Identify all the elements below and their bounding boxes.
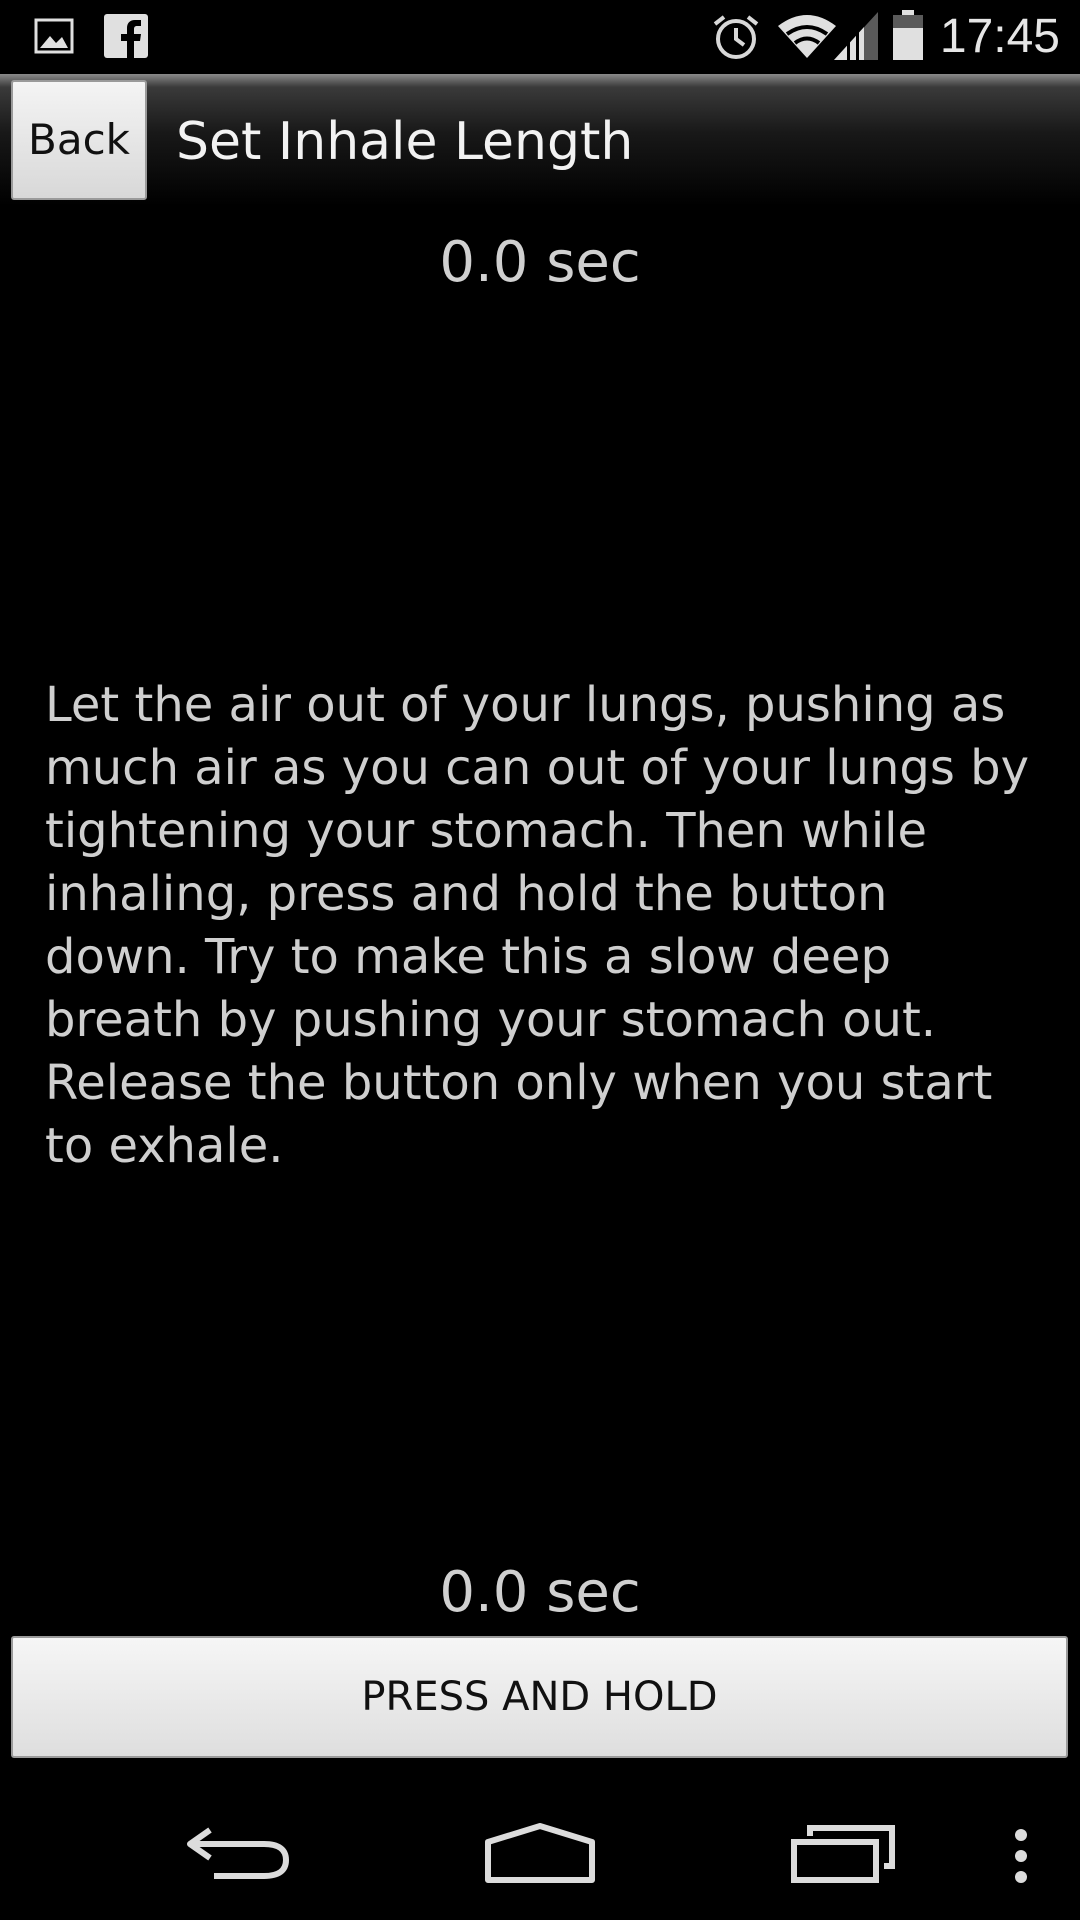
facebook-icon xyxy=(104,14,148,63)
instructions-text: Let the air out of your lungs, pushing a… xyxy=(45,677,1029,1174)
status-time: 17:45 xyxy=(939,10,1060,63)
signal-icon xyxy=(834,12,878,65)
gallery-icon xyxy=(34,16,74,61)
inhale-timer-bottom: 0.0 sec xyxy=(439,1560,641,1625)
home-nav-icon[interactable] xyxy=(484,1822,596,1889)
alarm-icon xyxy=(712,14,760,65)
press-and-hold-button[interactable]: PRESS AND HOLD xyxy=(11,1636,1068,1758)
overflow-menu-icon[interactable] xyxy=(1010,1828,1032,1889)
wifi-icon xyxy=(778,14,836,63)
back-nav-icon[interactable] xyxy=(186,1826,292,1887)
battery-icon xyxy=(893,10,923,65)
navigation-bar xyxy=(0,1778,1080,1920)
inhale-timer-top: 0.0 sec xyxy=(439,230,641,295)
status-bar: 17:45 xyxy=(0,0,1080,74)
recents-nav-icon[interactable] xyxy=(790,1824,896,1889)
back-button[interactable]: Back xyxy=(11,80,147,200)
action-bar: Back Set Inhale Length xyxy=(0,74,1080,206)
page-title: Set Inhale Length xyxy=(176,112,634,172)
